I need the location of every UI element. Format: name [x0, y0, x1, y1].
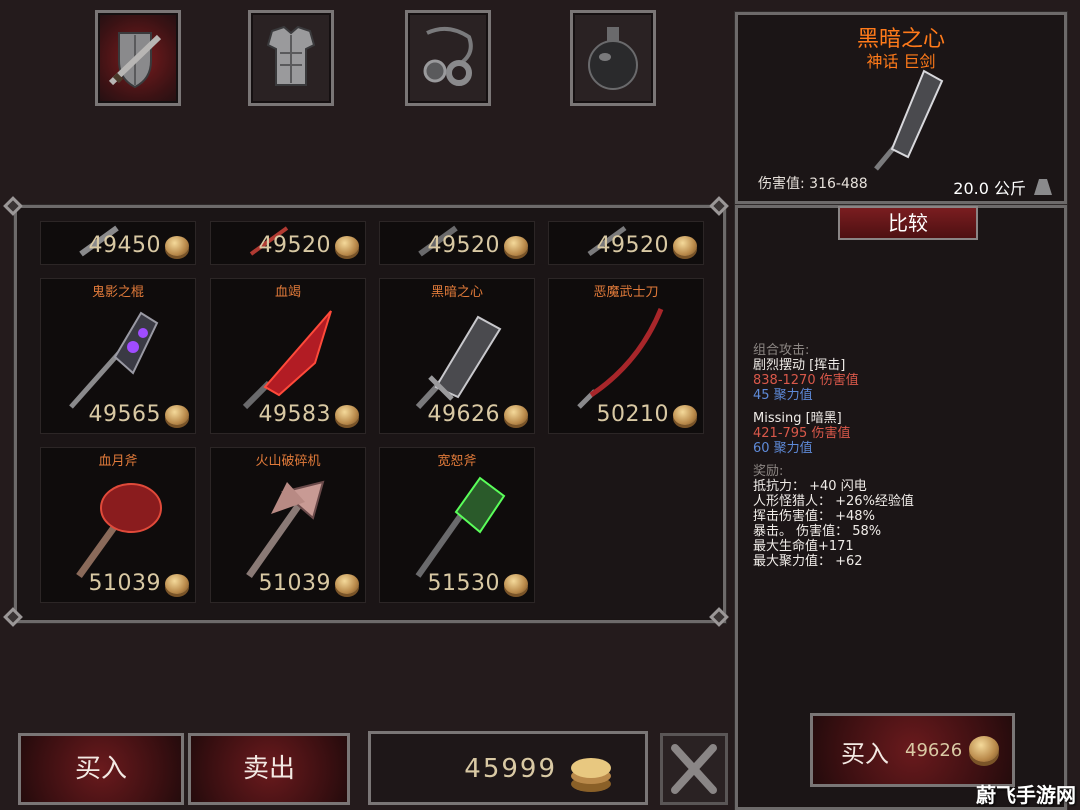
weight-icon [1034, 179, 1052, 195]
purple-mace-icon [69, 311, 159, 409]
item-name: 宽恕斧 [437, 454, 477, 469]
item-name: 血竭 [274, 285, 301, 300]
item-price: 49520 [596, 233, 669, 258]
item-cell[interactable]: 火山破碎机 51039 [210, 447, 366, 603]
combo-header: 组合攻击: [753, 343, 810, 358]
item-name: 鬼影之棍 [91, 285, 144, 300]
buy-price: 49626 [905, 740, 963, 761]
combo-name: Missing [暗黑] [753, 411, 842, 426]
dark-greatsword-icon [415, 315, 502, 410]
coin-icon [165, 405, 189, 425]
item-cell[interactable]: 49520 [379, 221, 535, 265]
item-price: 51530 [427, 571, 500, 596]
item-stats: 组合攻击: 剧烈摆动 [挥击] 838-1270 伤害值 45 聚力值 Miss… [753, 343, 914, 569]
buy-tab-button[interactable]: 买入 [18, 733, 184, 805]
coin-icon [335, 574, 359, 594]
item-name: 血月斧 [98, 454, 138, 469]
sword-shield-icon [108, 32, 162, 89]
coin-icon [165, 236, 189, 256]
item-price: 49626 [427, 402, 500, 427]
sell-tab-button[interactable]: 卖出 [188, 733, 350, 805]
item-cell[interactable]: 血竭 49583 [210, 278, 366, 434]
item-cell[interactable]: 49520 [548, 221, 704, 265]
coin-icon [673, 236, 697, 256]
gold-balance: 45999 [368, 731, 648, 805]
close-button[interactable] [660, 733, 728, 805]
item-price: 49565 [88, 402, 161, 427]
coin-icon [335, 236, 359, 256]
combo-damage: 838-1270 伤害值 [753, 373, 859, 388]
item-cell[interactable]: 鬼影之棍 49565 [40, 278, 196, 434]
item-cell[interactable]: 恶魔武士刀 50210 [548, 278, 704, 434]
coin-icon [969, 736, 999, 762]
red-blade-icon [242, 310, 332, 410]
coin-icon [504, 236, 528, 256]
detail-damage: 伤害值: 316-488 [758, 176, 868, 192]
red-axe-icon [76, 483, 162, 579]
bonus-header: 奖励: [753, 464, 784, 479]
bonus-line: 抵抗力： +40 闪电 [753, 479, 867, 494]
watermark: 蔚飞手游网 [976, 783, 1076, 807]
green-axe-icon [415, 476, 506, 578]
item-cell[interactable]: 49520 [210, 221, 366, 265]
detail-weight: 20.0 公斤 [953, 179, 1026, 198]
item-cell[interactable]: 血月斧 51039 [40, 447, 196, 603]
item-price: 49450 [88, 233, 161, 258]
item-cell[interactable]: 黑暗之心 49626 [379, 278, 535, 434]
item-name: 黑暗之心 [430, 285, 483, 300]
gold-amount: 45999 [464, 754, 557, 784]
amulet-ring-icon [423, 26, 473, 86]
close-icon [671, 744, 717, 794]
item-price: 49520 [427, 233, 500, 258]
tab-weapons[interactable] [95, 10, 181, 106]
item-price: 51039 [88, 571, 161, 596]
coin-icon [165, 574, 189, 594]
compare-button[interactable]: 比较 [838, 206, 978, 240]
combo-focus: 45 聚力值 [753, 388, 813, 403]
item-price: 51039 [258, 571, 331, 596]
coin-icon [335, 405, 359, 425]
item-name: 火山破碎机 [255, 454, 321, 469]
combo-damage: 421-795 伤害值 [753, 426, 851, 441]
item-cell[interactable]: 宽恕斧 51530 [379, 447, 535, 603]
item-price: 49583 [258, 402, 331, 427]
item-price: 50210 [596, 402, 669, 427]
buy-label: 买入 [841, 740, 889, 768]
tab-potions[interactable] [570, 10, 656, 106]
bonus-line: 最大生命值+171 [753, 539, 854, 554]
item-detail-header: 黑暗之心 神话 巨剑 伤害值: 316-488 20.0 公斤 [735, 12, 1067, 204]
combo-name: 剧烈摆动 [挥击] [753, 358, 846, 373]
dark-greatsword-icon [874, 69, 944, 171]
combo-focus: 60 聚力值 [753, 441, 813, 456]
coin-icon [673, 405, 697, 425]
item-name: 恶魔武士刀 [593, 285, 659, 300]
tab-armor[interactable] [248, 10, 334, 106]
gold-coins-icon [571, 758, 611, 792]
coin-icon [504, 405, 528, 425]
bonus-line: 暴击。 伤害值： 58% [753, 524, 882, 539]
bonus-line: 最大聚力值： +62 [753, 554, 863, 569]
potion-flask-icon [588, 27, 638, 90]
coin-icon [504, 574, 528, 594]
buy-item-button[interactable]: 买入 49626 [810, 713, 1015, 787]
chest-armor-icon [266, 25, 316, 86]
item-cell[interactable]: 49450 [40, 221, 196, 265]
tab-accessories[interactable] [405, 10, 491, 106]
katana-icon [577, 308, 664, 409]
item-price: 49520 [258, 233, 331, 258]
double-axe-icon [246, 480, 325, 579]
bonus-line: 人形怪猎人： +26%经验值 [753, 494, 914, 509]
bonus-line: 挥击伤害值： +48% [753, 509, 875, 524]
